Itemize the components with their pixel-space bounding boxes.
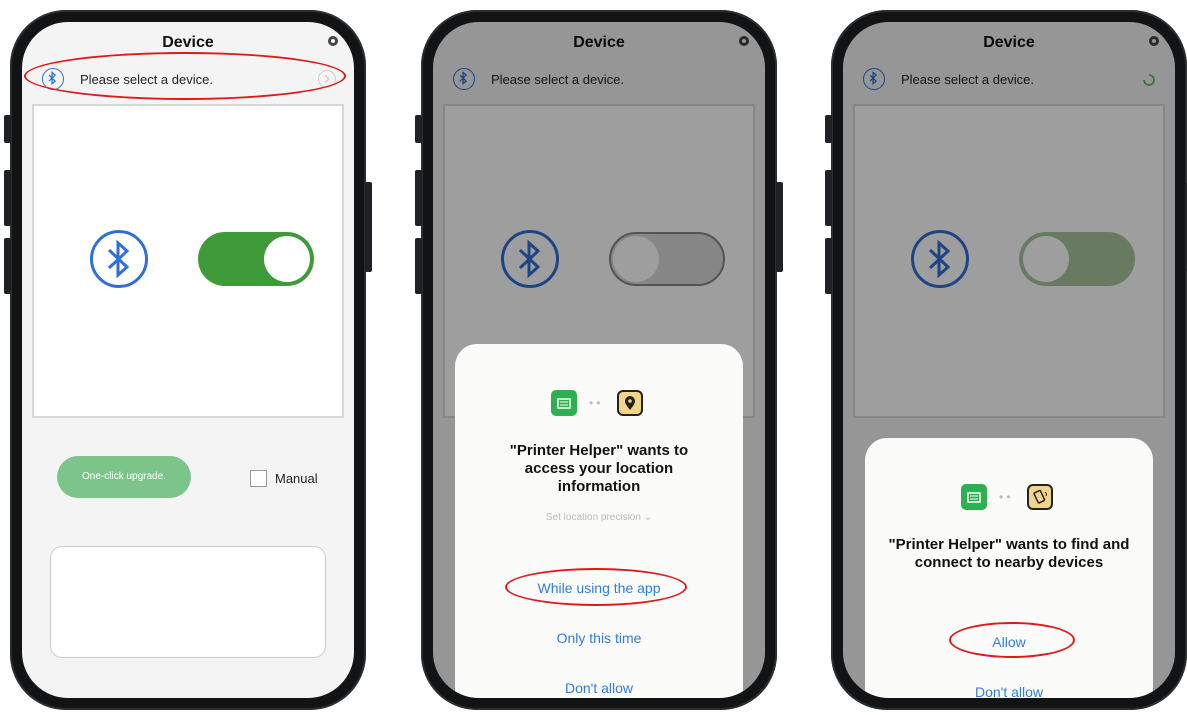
bluetooth-toggle[interactable] bbox=[198, 232, 314, 286]
chevron-down-icon: ⌄ bbox=[643, 512, 653, 523]
phone-frame-3: Device Please select a device. •• "Print… bbox=[825, 10, 1187, 710]
page-title: Device bbox=[162, 34, 214, 51]
highlight-ellipse bbox=[505, 568, 687, 606]
bluetooth-icon bbox=[90, 230, 148, 288]
one-click-upgrade-button[interactable]: One-click upgrade. bbox=[57, 456, 191, 498]
connector-dots: •• bbox=[589, 396, 604, 410]
screen-1: Device Please select a device. One-click… bbox=[22, 22, 354, 698]
nearby-devices-icon bbox=[1027, 484, 1053, 510]
manual-checkbox[interactable] bbox=[250, 470, 267, 487]
highlight-ellipse bbox=[24, 52, 346, 100]
log-output-box[interactable] bbox=[50, 546, 326, 658]
only-this-time-button[interactable]: Only this time bbox=[455, 630, 743, 646]
dialog-title: "Printer Helper" wants to find and conne… bbox=[888, 536, 1130, 571]
gear-icon[interactable] bbox=[326, 34, 340, 48]
set-location-precision[interactable]: Set location precision ⌄ bbox=[455, 512, 743, 523]
location-icon bbox=[617, 390, 643, 416]
printer-app-icon bbox=[551, 390, 577, 416]
highlight-ellipse bbox=[949, 622, 1075, 658]
nearby-devices-permission-dialog: •• "Printer Helper" wants to find and co… bbox=[865, 438, 1153, 698]
connector-dots: •• bbox=[999, 490, 1014, 504]
dialog-title: "Printer Helper" wants to access your lo… bbox=[509, 442, 689, 495]
location-permission-dialog: •• "Printer Helper" wants to access your… bbox=[455, 344, 743, 698]
screen-2: Device Please select a device. •• "Print… bbox=[433, 22, 765, 698]
phone-frame-2: Device Please select a device. •• "Print… bbox=[415, 10, 783, 710]
bluetooth-panel bbox=[32, 104, 344, 418]
dont-allow-button[interactable]: Don't allow bbox=[455, 680, 743, 696]
manual-label: Manual bbox=[275, 471, 318, 486]
dont-allow-button[interactable]: Don't allow bbox=[865, 684, 1153, 698]
printer-app-icon bbox=[961, 484, 987, 510]
phone-frame-1: Device Please select a device. One-click… bbox=[4, 10, 372, 710]
screen-3: Device Please select a device. •• "Print… bbox=[843, 22, 1175, 698]
